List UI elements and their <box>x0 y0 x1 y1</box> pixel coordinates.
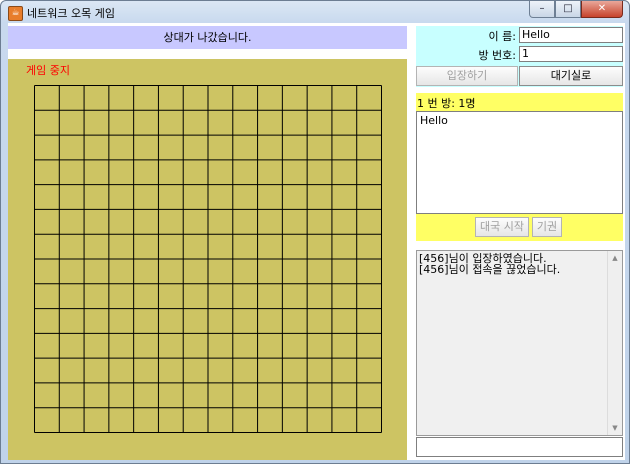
room-number-label: 방 번호: <box>478 49 516 62</box>
chat-lines: [456]님이 입장하였습니다. [456]님이 접속을 끊었습니다. <box>417 251 622 275</box>
omok-board[interactable] <box>34 85 382 433</box>
scroll-down-icon[interactable]: ▼ <box>608 421 622 435</box>
chat-scrollbar[interactable]: ▲ ▼ <box>607 251 622 435</box>
scroll-up-icon[interactable]: ▲ <box>608 251 622 265</box>
name-label: 이 름: <box>488 30 516 43</box>
chat-input[interactable] <box>416 437 623 457</box>
name-field[interactable]: Hello <box>519 27 623 43</box>
enter-room-button[interactable]: 입장하기 <box>416 66 518 86</box>
user-list[interactable]: Hello <box>416 111 623 214</box>
window-frame: ☕ 네트워크 오목 게임 – □ ✕ 상대가 나갔습니다. 게임 중지 이 름:… <box>0 0 630 464</box>
game-state-label: 게임 중지 <box>26 64 70 77</box>
lobby-button[interactable]: 대기실로 <box>519 66 623 86</box>
close-icon[interactable]: ✕ <box>581 1 623 18</box>
user-list-item[interactable]: Hello <box>420 114 619 127</box>
board-panel: 게임 중지 <box>8 59 407 460</box>
room-title: 1 번 방: 1명 <box>417 97 476 110</box>
info-panel: 이 름: Hello 방 번호: 1 입장하기 대기실로 <box>416 26 623 87</box>
room-panel: 1 번 방: 1명 Hello 대국 시작 기권 <box>416 93 623 241</box>
java-app-icon: ☕ <box>8 6 23 21</box>
room-number-field[interactable]: 1 <box>519 46 623 62</box>
minimize-icon[interactable]: – <box>529 1 555 18</box>
maximize-icon[interactable]: □ <box>555 1 581 18</box>
resign-button[interactable]: 기권 <box>532 217 562 237</box>
chat-line: [456]님이 접속을 끊었습니다. <box>419 263 561 276</box>
client-area: 상대가 나갔습니다. 게임 중지 이 름: Hello 방 번호: 1 입장하기… <box>8 23 625 460</box>
title-bar[interactable]: ☕ 네트워크 오목 게임 – □ ✕ <box>1 1 629 23</box>
chat-log[interactable]: [456]님이 입장하였습니다. [456]님이 접속을 끊었습니다. ▲ ▼ <box>416 250 623 436</box>
window-controls: – □ ✕ <box>529 1 623 19</box>
status-message: 상대가 나갔습니다. <box>8 26 407 49</box>
window-title: 네트워크 오목 게임 <box>27 7 115 20</box>
start-game-button[interactable]: 대국 시작 <box>475 217 529 237</box>
